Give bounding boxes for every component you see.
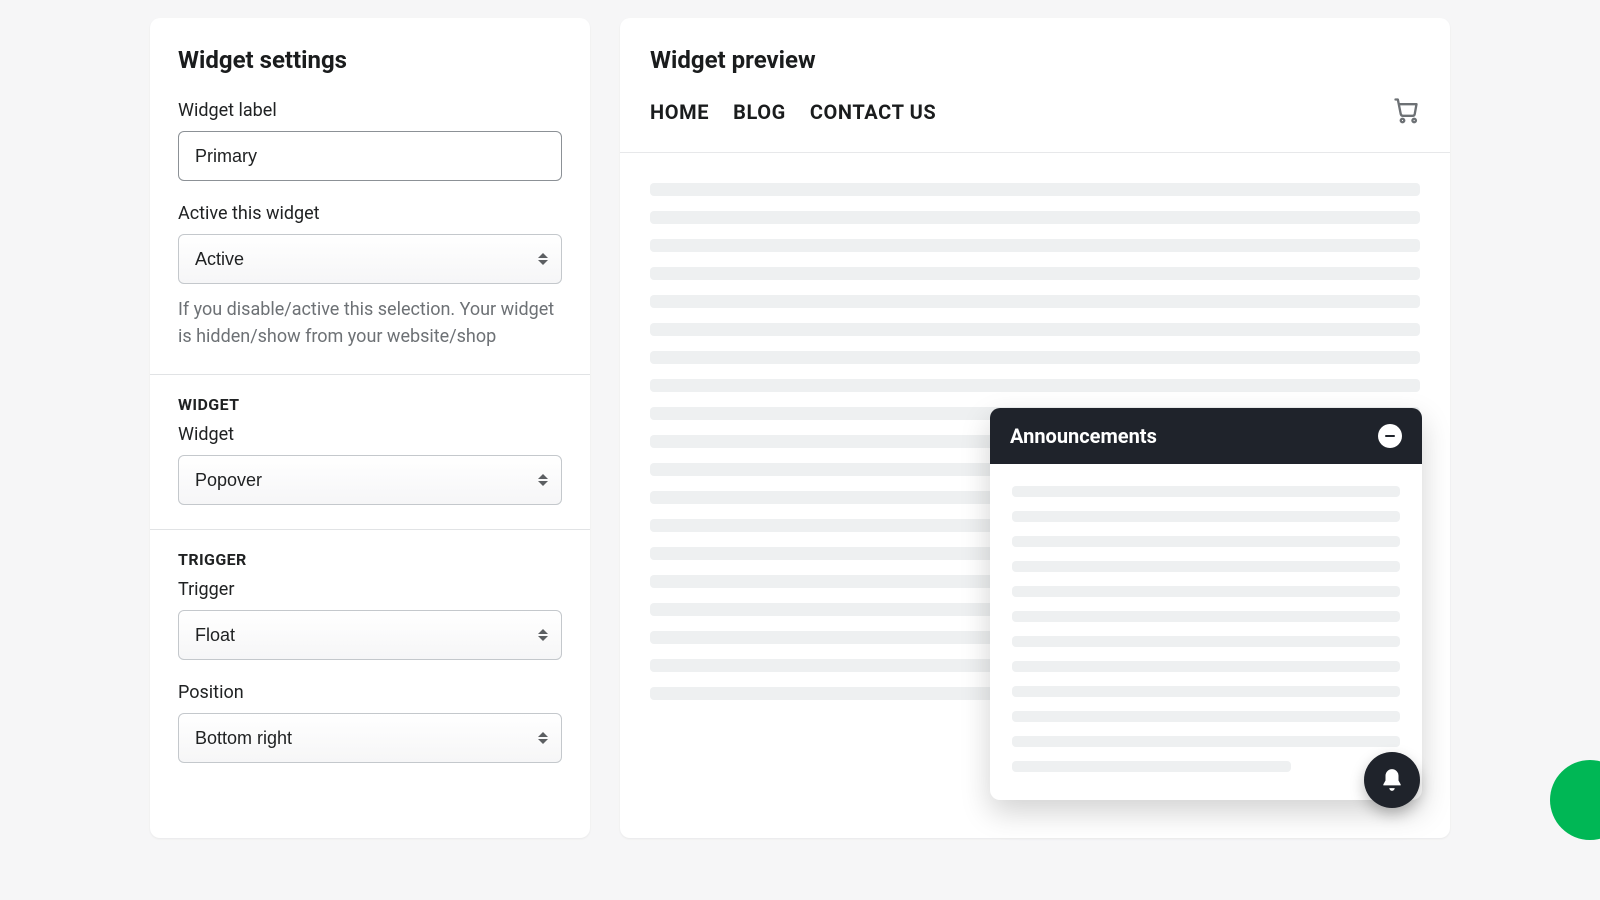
active-field: Active this widget Active If you disable… [178, 203, 562, 350]
minimize-icon[interactable] [1378, 424, 1402, 448]
trigger-label: Trigger [178, 579, 562, 600]
widget-label-field: Widget label [178, 100, 562, 181]
widget-label-label: Widget label [178, 100, 562, 121]
widget-type-field: Widget Popover [178, 424, 562, 505]
nav-home[interactable]: HOME [650, 100, 709, 124]
position-field: Position Bottom right [178, 682, 562, 763]
popover-title: Announcements [1010, 424, 1157, 448]
widget-type-label: Widget [178, 424, 562, 445]
preview-title: Widget preview [620, 46, 1450, 74]
divider [150, 529, 590, 530]
preview-panel: Widget preview HOME BLOG CONTACT US [620, 18, 1450, 838]
settings-panel: Widget settings Widget label Active this… [150, 18, 590, 838]
announcements-popover: Announcements [990, 408, 1422, 800]
popover-header: Announcements [990, 408, 1422, 464]
position-label: Position [178, 682, 562, 703]
settings-title: Widget settings [178, 46, 562, 74]
bell-float-button[interactable] [1364, 752, 1420, 808]
widget-type-select[interactable]: Popover [178, 455, 562, 505]
bell-icon [1379, 767, 1405, 793]
trigger-section-heading: TRIGGER [178, 550, 562, 569]
nav-blog[interactable]: BLOG [733, 100, 786, 124]
active-label: Active this widget [178, 203, 562, 224]
preview-nav: HOME BLOG CONTACT US [620, 96, 1450, 153]
divider [150, 374, 590, 375]
trigger-select[interactable]: Float [178, 610, 562, 660]
widget-section-heading: WIDGET [178, 395, 562, 414]
cart-icon[interactable] [1392, 96, 1420, 128]
widget-label-input[interactable] [178, 131, 562, 181]
position-select[interactable]: Bottom right [178, 713, 562, 763]
popover-body [990, 464, 1422, 800]
trigger-field: Trigger Float [178, 579, 562, 660]
active-select[interactable]: Active [178, 234, 562, 284]
active-help-text: If you disable/active this selection. Yo… [178, 296, 562, 350]
nav-contact[interactable]: CONTACT US [810, 100, 936, 124]
